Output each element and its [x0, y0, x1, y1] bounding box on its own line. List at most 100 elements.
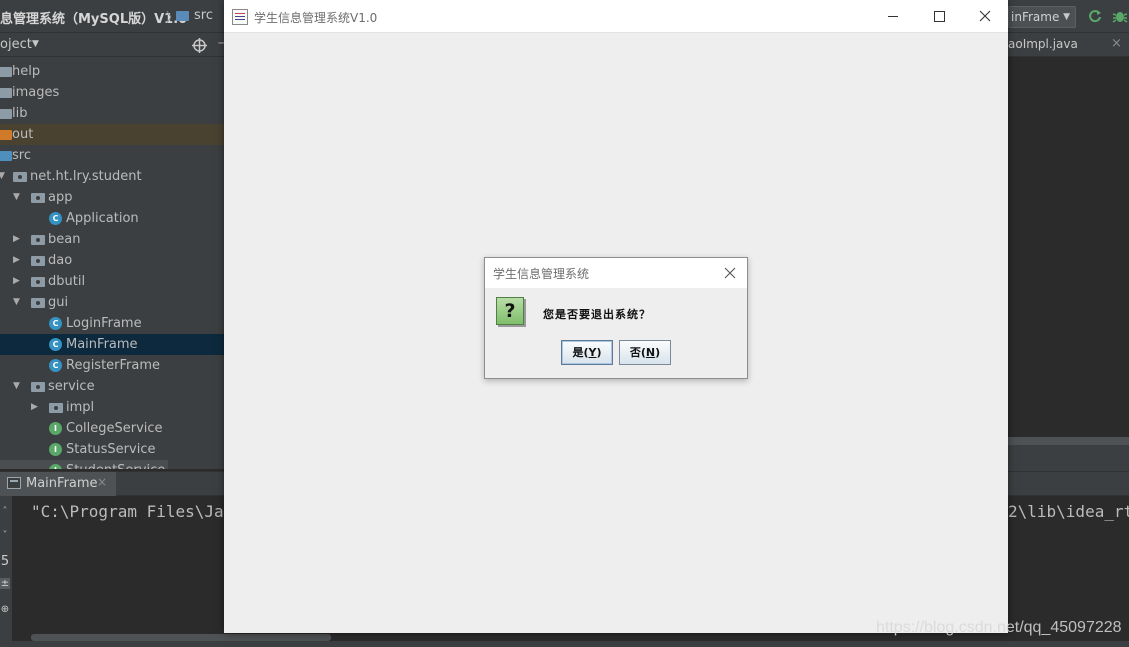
tree-item-application[interactable]: C Application: [0, 208, 224, 229]
maximize-button[interactable]: [916, 0, 962, 33]
code-editor[interactable]: [1008, 57, 1129, 437]
tree-item-mainframe[interactable]: C MainFrame: [0, 334, 224, 355]
tree-item-collegeservice[interactable]: I CollegeService: [0, 418, 224, 439]
scroll-down-icon[interactable]: ˅: [0, 530, 10, 541]
interface-icon: I: [49, 443, 62, 456]
no-button-paren: ): [655, 346, 661, 359]
editor-tab-daoimpl[interactable]: aoImpl.java: [1008, 37, 1078, 51]
class-icon: C: [49, 317, 62, 330]
tree-item-impl[interactable]: ▶ impl: [0, 397, 224, 418]
tree-item-label: StudentService: [66, 460, 165, 469]
exit-confirm-dialog: 学生信息管理系统 ? 您是否要退出系统？ 是(Y) 否(N): [484, 257, 748, 379]
collapse-arrow-icon[interactable]: ▶: [13, 250, 20, 271]
close-icon[interactable]: ×: [1111, 36, 1122, 51]
tree-item-images[interactable]: images: [0, 82, 224, 103]
package-icon: [31, 193, 45, 203]
package-icon: [13, 172, 27, 182]
runnable-class-icon: C: [49, 338, 62, 351]
collapse-arrow-icon[interactable]: ▶: [31, 397, 38, 418]
tree-item-service[interactable]: ▼ service: [0, 376, 224, 397]
editor-horizontal-scrollbar[interactable]: [1008, 437, 1129, 445]
tab-run-mainframe[interactable]: MainFrame ×: [0, 472, 116, 496]
run-configuration-dropdown[interactable]: inFrame ▼: [1008, 6, 1076, 28]
dialog-title: 学生信息管理系统: [493, 267, 590, 281]
no-button-label: 否(: [629, 346, 646, 359]
breadcrumb-project[interactable]: 息管理系统（MySQL版）V1.0: [0, 8, 187, 27]
minimize-button[interactable]: [870, 0, 916, 33]
folder-icon: [0, 88, 12, 98]
project-view-selector[interactable]: oject: [0, 37, 32, 52]
debug-icon[interactable]: [1112, 9, 1128, 23]
tree-item-label: RegisterFrame: [66, 358, 161, 373]
expand-arrow-icon[interactable]: ▼: [0, 166, 5, 187]
yes-button-label: 是(: [572, 346, 589, 359]
tree-item-statusservice[interactable]: I StatusService: [0, 439, 224, 460]
no-button[interactable]: 否(N): [619, 340, 671, 365]
excluded-folder-icon: [0, 130, 12, 140]
tree-item-lib[interactable]: lib: [0, 103, 224, 124]
run-configuration-label: inFrame: [1011, 10, 1060, 24]
console-scrollbar-thumb[interactable]: [31, 634, 331, 641]
java-app-icon: [232, 9, 248, 25]
package-icon: [31, 235, 45, 245]
tree-item-studentservice[interactable]: I StudentService: [0, 460, 168, 469]
tree-item-bean[interactable]: ▶ bean: [0, 229, 224, 250]
editor-lower-panel: [1008, 445, 1129, 471]
status-bar: [0, 641, 1129, 647]
collapse-arrow-icon[interactable]: ▶: [13, 271, 20, 292]
close-window-button[interactable]: [962, 0, 1008, 33]
application-window-icon: [7, 477, 21, 489]
tree-item-label: out: [12, 127, 34, 142]
folder-icon: [0, 67, 12, 77]
tree-item-dao[interactable]: ▶ dao: [0, 250, 224, 271]
print-icon[interactable]: ⊕: [0, 604, 10, 615]
tree-item-gui[interactable]: ▼ gui: [0, 292, 224, 313]
breadcrumb-src[interactable]: src: [194, 8, 213, 23]
yes-button[interactable]: 是(Y): [561, 340, 613, 365]
interface-icon: I: [49, 422, 62, 435]
package-icon: [31, 256, 45, 266]
tree-item-out[interactable]: out: [0, 124, 224, 145]
tree-item-registerframe[interactable]: C RegisterFrame: [0, 355, 224, 376]
tree-item-app[interactable]: ▼ app: [0, 187, 224, 208]
tree-item-label: CollegeService: [66, 421, 163, 436]
tree-item-src[interactable]: src: [0, 145, 224, 166]
collapse-arrow-icon[interactable]: ▶: [13, 229, 20, 250]
window-title: 学生信息管理系统V1.0: [254, 11, 378, 25]
tree-item-label: LoginFrame: [66, 316, 142, 331]
close-icon[interactable]: ×: [97, 475, 107, 489]
class-icon: C: [49, 212, 62, 225]
tree-item-dbutil[interactable]: ▶ dbutil: [0, 271, 224, 292]
package-icon: [31, 277, 45, 287]
locate-target-icon[interactable]: [192, 38, 207, 53]
tree-item-label: MainFrame: [66, 337, 138, 352]
tree-item-label: dao: [48, 253, 73, 268]
yes-button-paren: ): [596, 346, 602, 359]
tree-item-loginframe[interactable]: C LoginFrame: [0, 313, 224, 334]
dialog-titlebar[interactable]: 学生信息管理系统: [485, 258, 747, 288]
tree-item-package-root[interactable]: ▼ net.ht.lry.student: [0, 166, 224, 187]
tree-item-help[interactable]: help: [0, 61, 224, 82]
project-tree: help images lib out src ▼ net.ht.lry.stu…: [0, 57, 224, 469]
expand-arrow-icon[interactable]: ▼: [13, 187, 20, 208]
question-icon: ?: [496, 297, 524, 325]
scroll-up-icon[interactable]: ˄: [0, 506, 10, 517]
tree-item-label: service: [48, 379, 95, 394]
class-icon: C: [49, 359, 62, 372]
chevron-down-icon: ▼: [1063, 12, 1070, 22]
rerun-icon[interactable]: [1088, 9, 1102, 23]
soft-wrap-icon[interactable]: 5: [0, 554, 10, 569]
close-icon[interactable]: [721, 264, 739, 282]
package-icon: [31, 298, 45, 308]
scroll-to-end-icon[interactable]: ±: [0, 578, 10, 589]
run-tab-label: MainFrame: [26, 476, 98, 491]
chevron-down-icon[interactable]: ▼: [32, 39, 39, 49]
expand-arrow-icon[interactable]: ▼: [13, 376, 20, 397]
package-icon: [31, 382, 45, 392]
window-titlebar[interactable]: 学生信息管理系统V1.0: [224, 0, 1008, 33]
tree-item-label: src: [12, 148, 31, 163]
tree-item-label: lib: [12, 106, 28, 121]
folder-icon: [176, 11, 189, 21]
expand-arrow-icon[interactable]: ▼: [13, 292, 20, 313]
tree-item-label: dbutil: [48, 274, 86, 289]
